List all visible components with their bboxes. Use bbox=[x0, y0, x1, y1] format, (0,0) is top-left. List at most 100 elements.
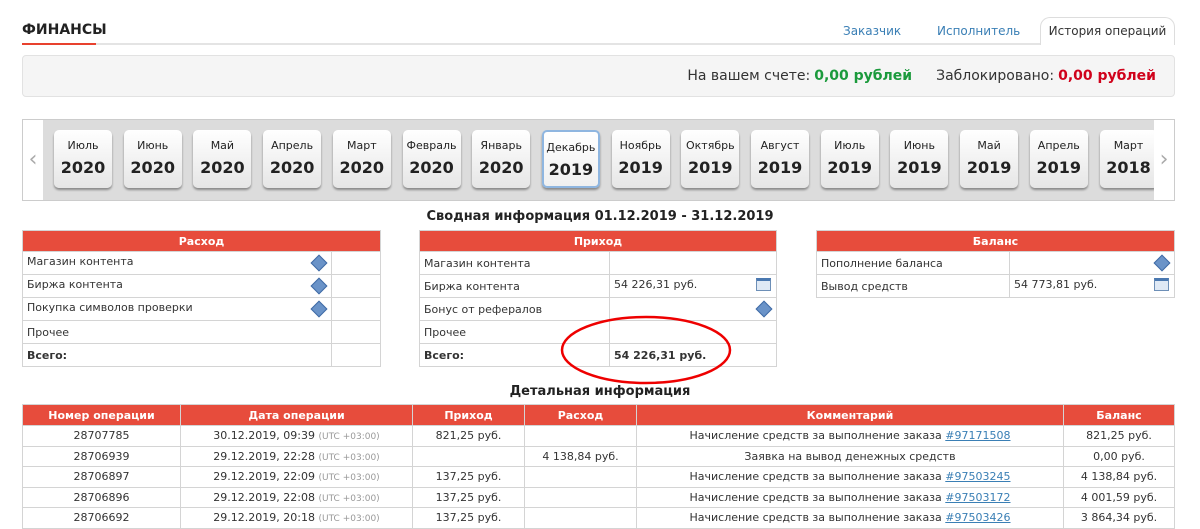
order-link[interactable]: #97171508 bbox=[945, 429, 1010, 442]
tab-history[interactable]: История операций bbox=[1040, 17, 1175, 45]
timezone: (UTC +03:00) bbox=[318, 514, 380, 525]
detail-table: Номер операции Дата операции Приход Расх… bbox=[22, 404, 1175, 529]
op-expense bbox=[524, 466, 637, 488]
calendar-add-icon[interactable] bbox=[756, 278, 771, 291]
month-year: 2019 bbox=[548, 160, 594, 179]
info-icon[interactable] bbox=[755, 300, 773, 318]
op-date: 29.12.2019, 22:08 (UTC +03:00) bbox=[180, 486, 413, 508]
month-year: 2020 bbox=[200, 158, 245, 177]
chevron-left-icon[interactable]: ‹ bbox=[23, 120, 43, 200]
op-expense: 4 138,84 руб. bbox=[524, 445, 637, 467]
month-year: 2020 bbox=[130, 158, 175, 177]
op-balance: 0,00 руб. bbox=[1063, 445, 1175, 467]
month-button[interactable]: Апрель 2020 bbox=[263, 130, 322, 188]
op-comment: Начисление средств за выполнение заказа … bbox=[636, 466, 1064, 488]
info-icon[interactable] bbox=[310, 254, 328, 272]
col-comment: Комментарий bbox=[636, 404, 1064, 426]
month-year: 2019 bbox=[897, 158, 942, 177]
op-date: 29.12.2019, 22:09 (UTC +03:00) bbox=[180, 466, 413, 488]
timezone: (UTC +03:00) bbox=[318, 452, 380, 463]
blocked-value: 0,00 рублей bbox=[1058, 68, 1156, 84]
account-value: 0,00 рублей bbox=[814, 68, 913, 84]
op-expense bbox=[524, 425, 637, 447]
op-income: 137,25 руб. bbox=[412, 507, 525, 529]
month-button[interactable]: Январь 2020 bbox=[472, 130, 531, 188]
op-expense bbox=[524, 507, 637, 529]
month-name: Октябрь bbox=[686, 139, 735, 152]
month-year: 2019 bbox=[688, 158, 733, 177]
month-name: Май bbox=[210, 139, 235, 152]
row-label: Покупка символов проверки bbox=[27, 301, 193, 314]
month-button[interactable]: Май 2019 bbox=[960, 130, 1019, 188]
balance-table: Баланс Пополнение баланса Вывод средств 5… bbox=[816, 230, 1175, 298]
month-year: 2019 bbox=[1036, 158, 1082, 177]
op-comment: Начисление средств за выполнение заказа … bbox=[636, 425, 1064, 447]
table-row: 28706897 29.12.2019, 22:09 (UTC +03:00) … bbox=[22, 466, 1175, 488]
calendar-icon[interactable] bbox=[1154, 278, 1169, 291]
month-button[interactable]: Июнь 2019 bbox=[890, 130, 949, 188]
order-link[interactable]: #97503245 bbox=[945, 470, 1010, 483]
month-name: Июнь bbox=[903, 139, 935, 152]
blocked-label: Заблокировано: bbox=[936, 68, 1055, 84]
comment-text: Начисление средств за выполнение заказа bbox=[689, 490, 942, 504]
month-button[interactable]: Ноябрь 2019 bbox=[611, 130, 670, 188]
month-name: Июль bbox=[834, 139, 866, 152]
month-button[interactable]: Февраль 2020 bbox=[402, 130, 461, 188]
month-button[interactable]: Июль 2019 bbox=[820, 130, 879, 188]
date-text: 29.12.2019, 20:18 bbox=[213, 511, 315, 525]
month-year: 2020 bbox=[409, 158, 454, 177]
row-label: Биржа контента bbox=[419, 274, 610, 298]
op-id: 28706897 bbox=[22, 466, 181, 488]
tab-customer[interactable]: Заказчик bbox=[843, 24, 901, 38]
month-button[interactable]: Декабрь 2019 bbox=[541, 130, 600, 188]
info-icon[interactable] bbox=[310, 277, 328, 295]
month-button[interactable]: Июль 2020 bbox=[54, 130, 112, 188]
op-income: 137,25 руб. bbox=[412, 486, 525, 508]
info-icon[interactable] bbox=[1153, 254, 1171, 272]
month-year: 2019 bbox=[618, 158, 663, 177]
month-name: Март bbox=[346, 139, 377, 152]
comment-text: Начисление средств за выполнение заказа bbox=[689, 429, 942, 443]
row-label: Вывод средств bbox=[816, 274, 1010, 298]
col-expense: Расход bbox=[524, 404, 637, 426]
op-date: 29.12.2019, 22:28 (UTC +03:00) bbox=[180, 445, 413, 467]
month-button[interactable]: Август 2019 bbox=[751, 130, 809, 188]
expense-table: Расход Магазин контента Биржа контента П… bbox=[22, 230, 381, 367]
month-name: Июнь bbox=[137, 139, 169, 152]
table-row: 28706692 29.12.2019, 20:18 (UTC +03:00) … bbox=[22, 507, 1175, 529]
month-name: Март bbox=[1113, 139, 1144, 152]
month-year: 2020 bbox=[339, 158, 385, 177]
month-button[interactable]: Май 2020 bbox=[193, 130, 252, 188]
date-text: 30.12.2019, 09:39 bbox=[213, 429, 315, 443]
month-year: 2020 bbox=[60, 158, 106, 177]
chevron-right-icon[interactable]: › bbox=[1154, 120, 1174, 200]
timezone: (UTC +03:00) bbox=[318, 473, 380, 484]
month-button[interactable]: Апрель 2019 bbox=[1029, 130, 1088, 188]
date-text: 29.12.2019, 22:28 bbox=[213, 449, 315, 463]
op-date: 29.12.2019, 20:18 (UTC +03:00) bbox=[180, 507, 413, 529]
col-balance: Баланс bbox=[1063, 404, 1175, 426]
op-expense bbox=[524, 486, 637, 508]
order-link[interactable]: #97503172 bbox=[945, 491, 1010, 504]
month-button[interactable]: Июнь 2020 bbox=[123, 130, 182, 188]
op-balance: 4 138,84 руб. bbox=[1063, 466, 1175, 488]
month-button[interactable]: Октябрь 2019 bbox=[681, 130, 740, 188]
info-icon[interactable] bbox=[310, 300, 328, 318]
title-underline bbox=[22, 43, 96, 45]
month-button[interactable]: Март 2018 bbox=[1099, 130, 1158, 188]
month-year: 2019 bbox=[966, 158, 1012, 177]
op-balance: 821,25 руб. bbox=[1063, 425, 1175, 447]
month-name: Ноябрь bbox=[619, 139, 662, 152]
order-link[interactable]: #97503426 bbox=[945, 511, 1010, 524]
month-name: Июль bbox=[67, 139, 99, 152]
table-row: 28706939 29.12.2019, 22:28 (UTC +03:00) … bbox=[22, 445, 1175, 467]
tab-performer[interactable]: Исполнитель bbox=[937, 24, 1020, 38]
timezone: (UTC +03:00) bbox=[318, 493, 380, 504]
col-date: Дата операции bbox=[180, 404, 413, 426]
month-year: 2019 bbox=[827, 158, 872, 177]
op-income: 821,25 руб. bbox=[412, 425, 525, 447]
op-id: 28707785 bbox=[22, 425, 181, 447]
month-button[interactable]: Март 2020 bbox=[332, 130, 391, 188]
op-balance: 3 864,34 руб. bbox=[1063, 507, 1175, 529]
row-label: Всего: bbox=[22, 343, 332, 367]
